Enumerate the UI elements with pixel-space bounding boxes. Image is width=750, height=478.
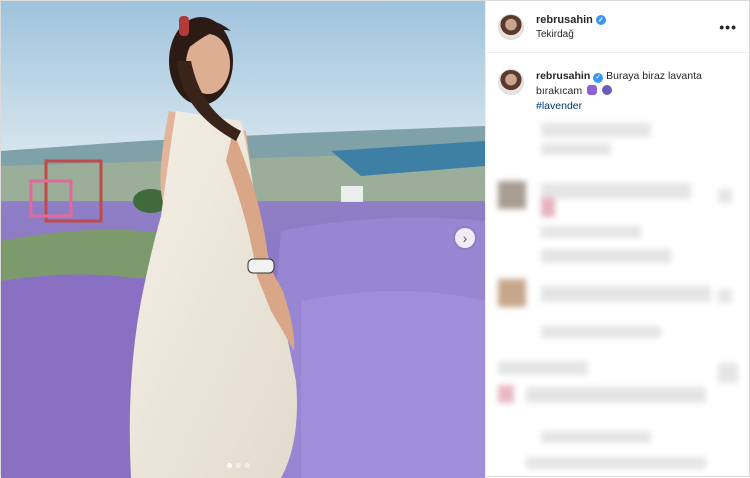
- blurred-block: [718, 363, 738, 383]
- verified-badge-icon: ✓: [595, 14, 606, 25]
- blurred-block: [541, 143, 611, 155]
- blurred-block: [541, 197, 555, 217]
- purple-heart-emoji: [587, 85, 598, 95]
- instagram-post: › rebrusahin ✓ Tekirdağ ••• rebrusahin ✓…: [0, 0, 750, 478]
- username-link[interactable]: rebrusahin: [536, 14, 593, 26]
- blurred-block: [718, 289, 732, 303]
- blurred-block: [541, 249, 671, 263]
- blurred-block: [541, 123, 651, 137]
- carousel-dot: [227, 463, 232, 468]
- post-header: rebrusahin ✓ Tekirdağ •••: [486, 1, 749, 53]
- blurred-block: [526, 387, 706, 403]
- location-link[interactable]: Tekirdağ: [536, 29, 719, 40]
- blurred-block: [541, 286, 711, 302]
- carousel-dot: [236, 463, 241, 468]
- caption: rebrusahin ✓ Buraya biraz lavanta bırakı…: [486, 53, 749, 114]
- more-options-button[interactable]: •••: [719, 19, 737, 35]
- grapes-emoji: [601, 85, 612, 95]
- post-sidebar: rebrusahin ✓ Tekirdağ ••• rebrusahin ✓ B…: [485, 1, 749, 476]
- caption-username[interactable]: rebrusahin: [536, 70, 590, 82]
- avatar[interactable]: [498, 69, 524, 95]
- chevron-right-icon: ›: [462, 230, 468, 246]
- blurred-block: [718, 189, 732, 203]
- blurred-avatar: [498, 181, 526, 209]
- blurred-block: [498, 385, 514, 403]
- post-photo[interactable]: ›: [1, 1, 485, 478]
- blurred-block: [541, 226, 641, 238]
- blurred-block: [541, 183, 691, 199]
- blurred-block: [526, 457, 706, 469]
- blurred-block: [541, 431, 651, 443]
- carousel-indicator: [227, 463, 250, 468]
- next-slide-button[interactable]: ›: [455, 228, 475, 248]
- verified-badge-icon: ✓: [593, 72, 604, 83]
- blurred-avatar: [498, 279, 526, 307]
- carousel-dot: [245, 463, 250, 468]
- blurred-block: [498, 361, 588, 375]
- lavender-field-photo: [1, 1, 485, 478]
- avatar[interactable]: [498, 13, 524, 40]
- hashtag-link[interactable]: #lavender: [536, 99, 726, 114]
- blurred-block: [541, 326, 661, 338]
